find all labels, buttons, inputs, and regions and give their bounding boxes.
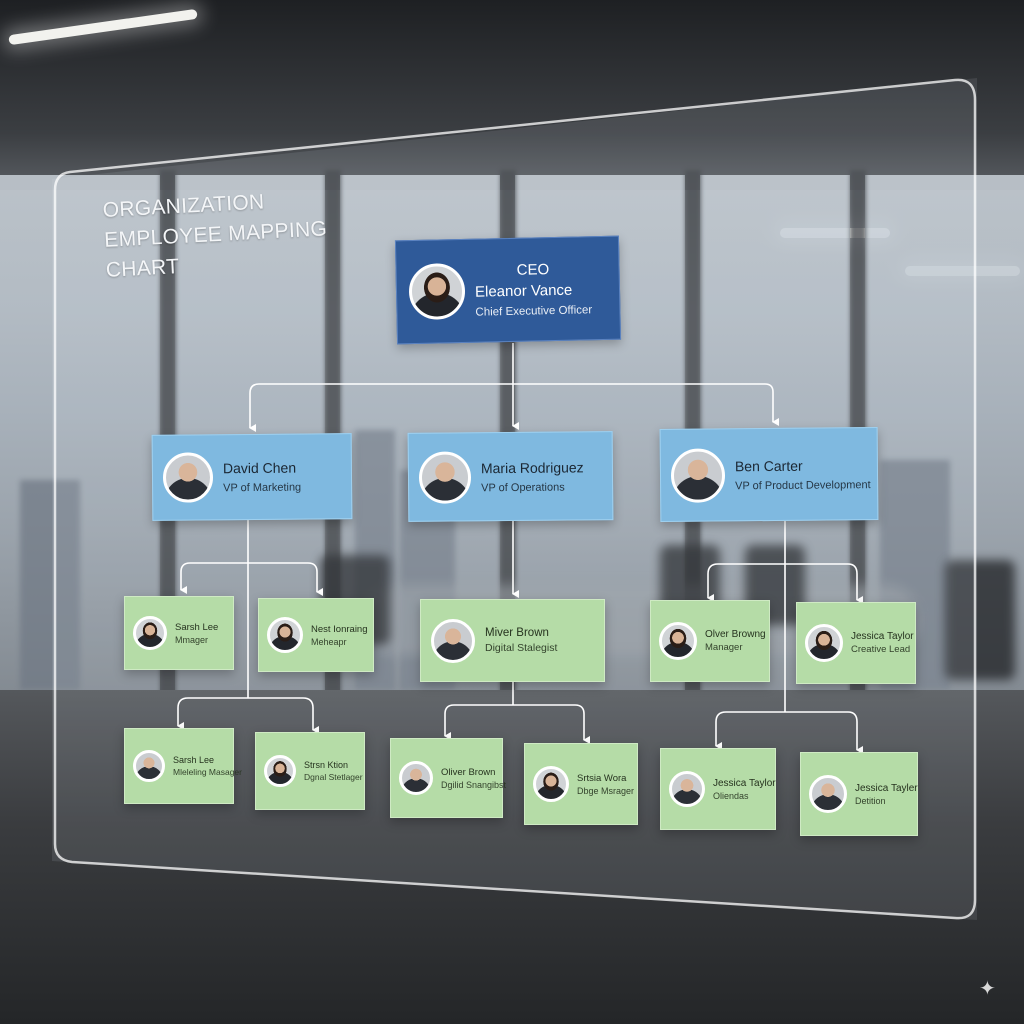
staff-avatar <box>133 616 167 650</box>
vp-card-operations[interactable]: Maria Rodriguez VP of Operations <box>407 431 614 522</box>
staff-role: Manager <box>705 642 743 653</box>
ceo-role: Chief Executive Officer <box>475 304 593 319</box>
connector-marketing-lower <box>177 697 314 709</box>
vp-avatar <box>162 452 214 503</box>
vp-avatar <box>670 447 726 503</box>
staff-avatar <box>659 622 697 660</box>
vp-role: VP of Operations <box>481 481 565 494</box>
staff-card[interactable]: Miver Brown Digital Stalegist <box>420 599 605 682</box>
staff-name: Sarsh Lee <box>173 755 215 765</box>
staff-avatar <box>809 775 847 813</box>
staff-avatar <box>805 624 843 662</box>
vp-name: David Chen <box>222 459 297 477</box>
staff-card[interactable]: Strsn Ktion Dgnal Stetlager <box>255 732 365 810</box>
staff-name: Nest Ionraing <box>311 623 368 635</box>
staff-role: Dgnal Stetlager <box>304 772 363 782</box>
staff-role: Creative Lead <box>851 644 911 655</box>
staff-card[interactable]: Nest Ionraing Meheapr <box>258 598 374 672</box>
staff-name: Jessica Tayler <box>855 782 918 794</box>
ceo-level: CEO <box>516 261 550 279</box>
staff-role: Mmager <box>175 634 209 645</box>
staff-role: Oliendas <box>713 790 749 801</box>
staff-avatar <box>399 761 433 795</box>
ceo-card[interactable]: CEO Eleanor Vance Chief Executive Office… <box>394 235 622 345</box>
connector-product-lower <box>715 711 858 723</box>
ceo-avatar <box>408 262 466 321</box>
staff-name: Oliver Brown <box>441 766 496 778</box>
staff-avatar <box>431 618 475 663</box>
staff-card[interactable]: Sarsh Lee Mmager <box>124 596 234 670</box>
staff-name: Olver Browng <box>705 629 766 640</box>
staff-name: Jessica Taylor <box>713 777 776 789</box>
staff-card[interactable]: Olver Browng Manager <box>650 600 770 682</box>
vp-name: Maria Rodriguez <box>480 458 584 476</box>
vp-role: VP of Marketing <box>223 481 302 495</box>
staff-name: Sarsh Lee <box>175 621 219 633</box>
staff-name: Jessica Taylor <box>851 631 914 642</box>
staff-avatar <box>533 766 569 802</box>
connector-operations-lower <box>444 682 585 715</box>
vp-name: Ben Carter <box>734 457 803 474</box>
connector-ceo-vp <box>249 343 774 394</box>
staff-card[interactable]: Srtsia Wora Dbge Msrager <box>524 743 638 825</box>
staff-role: Mleleling Masager <box>173 767 242 777</box>
staff-role: Detition <box>855 795 886 806</box>
staff-avatar <box>267 617 303 653</box>
staff-card[interactable]: Jessica Tayler Detition <box>800 752 918 836</box>
staff-avatar <box>669 771 705 807</box>
sparkle-icon: ✦ <box>979 978 996 1000</box>
staff-name: Strsn Ktion <box>304 760 349 770</box>
staff-role: Digital Stalegist <box>485 642 558 654</box>
staff-card[interactable]: Jessica Taylor Oliendas <box>660 748 776 830</box>
staff-avatar <box>133 750 165 782</box>
vp-card-marketing[interactable]: David Chen VP of Marketing <box>151 433 353 521</box>
vp-role: VP of Product Development <box>735 478 871 492</box>
staff-role: Dbge Msrager <box>577 785 635 796</box>
staff-name: Srtsia Wora <box>577 772 627 784</box>
vp-card-product[interactable]: Ben Carter VP of Product Development <box>659 427 879 522</box>
staff-avatar <box>264 755 296 787</box>
vp-avatar <box>418 450 472 504</box>
ceo-name: Eleanor Vance <box>474 281 573 301</box>
staff-card[interactable]: Jessica Taylor Creative Lead <box>796 602 916 684</box>
staff-role: Dgilid Snangibst <box>441 779 507 790</box>
staff-card[interactable]: Sarsh Lee Mleleling Masager <box>124 728 242 804</box>
staff-role: Meheapr <box>311 636 347 647</box>
staff-name: Miver Brown <box>485 627 549 639</box>
staff-card[interactable]: Oliver Brown Dgilid Snangibst <box>390 738 507 818</box>
